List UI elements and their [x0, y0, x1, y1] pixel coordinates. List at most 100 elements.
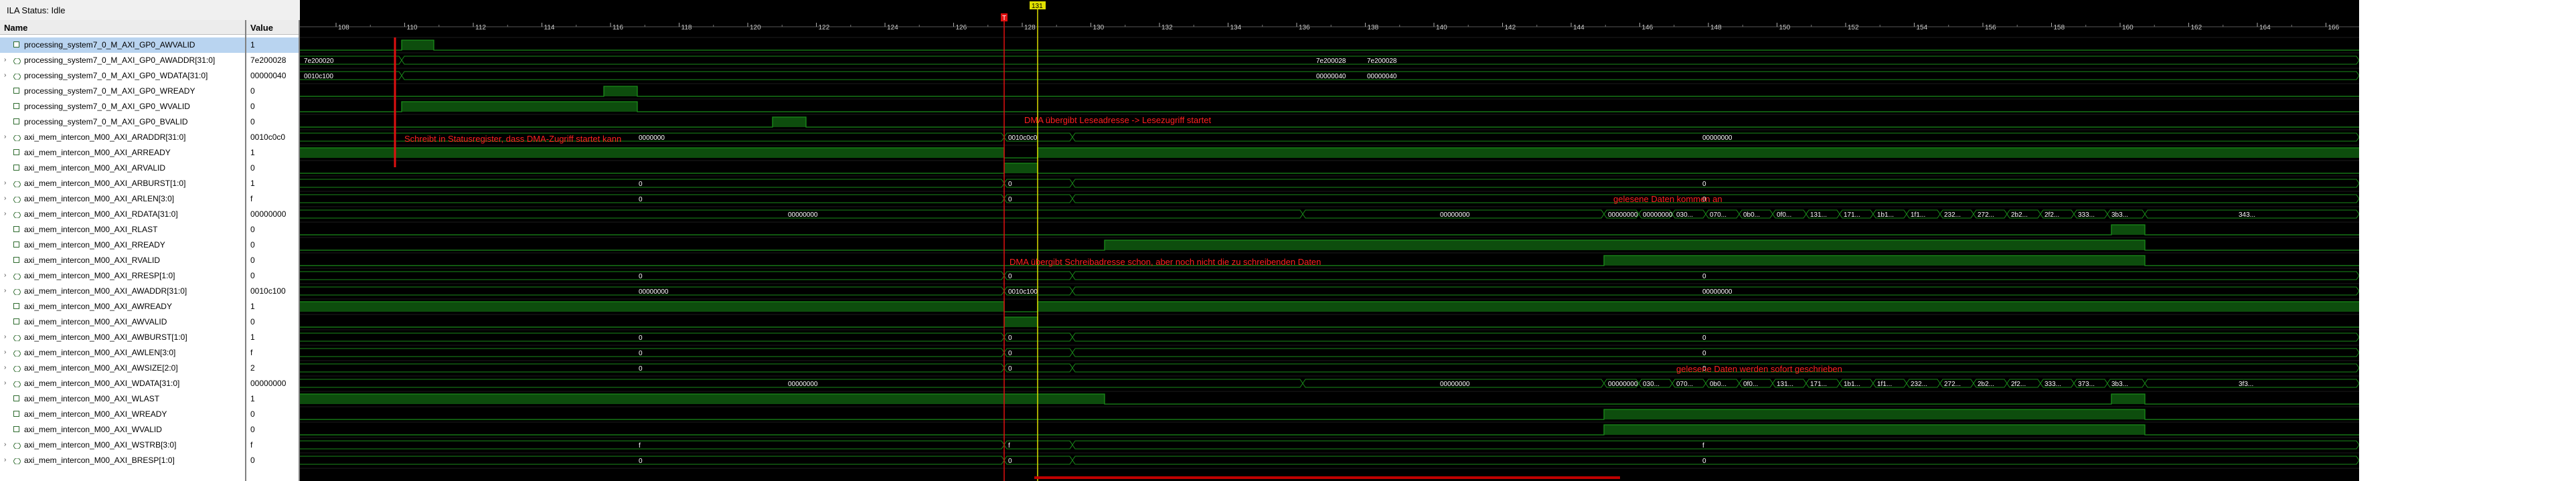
timeline-tick-label: 136	[1299, 24, 1310, 31]
bus-waveform-segment	[300, 456, 1005, 465]
horizontal-scrollbar[interactable]	[1034, 476, 1620, 479]
bus-value-label: 00000000	[639, 288, 669, 296]
signal-row[interactable]: › processing_system7_0_M_AXI_GP0_AWADDR[3…	[0, 53, 245, 68]
bus-value-label: f	[1008, 442, 1010, 450]
bus-value-label: 0	[639, 334, 643, 342]
bus-value-label: 00000040	[1367, 73, 1397, 80]
signal-row[interactable]: axi_mem_intercon_M00_AXI_WVALID	[0, 422, 245, 438]
bus-value-label: 00000000	[1643, 211, 1673, 219]
signal-value-cell: 0	[246, 268, 299, 284]
expand-arrow-icon[interactable]: ›	[4, 441, 6, 448]
signal-value: 0	[250, 86, 255, 96]
bus-signal-icon	[13, 334, 21, 342]
signal-row[interactable]: › axi_mem_intercon_M00_AXI_AWBURST[1:0]	[0, 330, 245, 345]
timeline-tick-label: 146	[1642, 24, 1654, 31]
signal-row[interactable]: axi_mem_intercon_M00_AXI_RREADY	[0, 237, 245, 253]
signal-row[interactable]: axi_mem_intercon_M00_AXI_AWVALID	[0, 314, 245, 330]
signal-row[interactable]: › axi_mem_intercon_M00_AXI_WSTRB[3:0]	[0, 438, 245, 453]
signal-row[interactable]: processing_system7_0_M_AXI_GP0_AWVALID	[0, 37, 245, 53]
bus-waveform-segment	[1072, 348, 2359, 357]
signal-row[interactable]: › axi_mem_intercon_M00_AXI_ARLEN[3:0]	[0, 191, 245, 207]
signal-value-cell: 0	[246, 114, 299, 130]
bus-signal-icon	[13, 380, 21, 388]
expand-arrow-icon[interactable]: ›	[4, 133, 6, 140]
wire-signal-icon	[13, 118, 19, 124]
expand-arrow-icon[interactable]: ›	[4, 379, 6, 387]
high-level-fill	[402, 40, 434, 50]
signal-value: 0	[250, 117, 255, 126]
signal-row[interactable]: axi_mem_intercon_M00_AXI_RVALID	[0, 253, 245, 268]
signal-row[interactable]: processing_system7_0_M_AXI_GP0_BVALID	[0, 114, 245, 130]
timeline-tick-label: 110	[407, 24, 418, 31]
signal-value: 0	[250, 409, 255, 419]
signal-row[interactable]: › axi_mem_intercon_M00_AXI_AWLEN[3:0]	[0, 345, 245, 361]
signal-row[interactable]: axi_mem_intercon_M00_AXI_ARVALID	[0, 161, 245, 176]
expand-arrow-icon[interactable]: ›	[4, 179, 6, 187]
expand-arrow-icon[interactable]: ›	[4, 364, 6, 371]
signal-row[interactable]: › axi_mem_intercon_M00_AXI_ARADDR[31:0]	[0, 130, 245, 145]
signal-name: processing_system7_0_M_AXI_GP0_AWVALID	[24, 40, 195, 50]
expand-arrow-icon[interactable]: ›	[4, 195, 6, 202]
signal-name: axi_mem_intercon_M00_AXI_WSTRB[3:0]	[24, 440, 177, 450]
signal-row[interactable]: axi_mem_intercon_M00_AXI_WREADY	[0, 407, 245, 422]
signal-row[interactable]: › axi_mem_intercon_M00_AXI_RDATA[31:0]	[0, 207, 245, 222]
bus-value-label: 0	[1008, 196, 1012, 203]
signal-row[interactable]: processing_system7_0_M_AXI_GP0_WVALID	[0, 99, 245, 114]
waveform-canvas[interactable]: 108 110 112 114 116 118 120 122 124 126 128 130 132 1…	[300, 0, 2359, 481]
expand-arrow-icon[interactable]: ›	[4, 333, 6, 341]
signal-row[interactable]: › axi_mem_intercon_M00_AXI_WDATA[31:0]	[0, 376, 245, 391]
bus-value-label: f	[639, 442, 641, 450]
expand-arrow-icon[interactable]: ›	[4, 349, 6, 356]
digital-waveform	[300, 224, 2359, 235]
signal-value: 0	[250, 102, 255, 111]
signal-row[interactable]: › axi_mem_intercon_M00_AXI_ARBURST[1:0]	[0, 176, 245, 191]
signal-value: 2	[250, 363, 255, 373]
signal-name: axi_mem_intercon_M00_AXI_AWLEN[3:0]	[24, 348, 176, 357]
timeline-tick-label: 130	[1093, 24, 1105, 31]
bus-signal-icon	[13, 442, 21, 450]
name-column-header[interactable]: Name	[0, 20, 245, 35]
expand-arrow-icon[interactable]: ›	[4, 56, 6, 64]
signal-name: axi_mem_intercon_M00_AXI_AWADDR[31:0]	[24, 286, 187, 296]
bus-waveform-segment	[1003, 440, 1073, 450]
annotation-text: DMA übergibt Schreibadresse schon, aber …	[1010, 257, 1321, 267]
signal-row[interactable]: › axi_mem_intercon_M00_AXI_RRESP[1:0]	[0, 268, 245, 284]
timeline-tick-label: 140	[1436, 24, 1447, 31]
signal-row[interactable]: axi_mem_intercon_M00_AXI_AWREADY	[0, 299, 245, 314]
bus-value-label: 3b3...	[2111, 381, 2128, 388]
signal-row[interactable]: axi_mem_intercon_M00_AXI_WLAST	[0, 391, 245, 407]
wire-signal-icon	[13, 303, 19, 309]
signal-value: 0	[250, 240, 255, 250]
signal-row[interactable]: › processing_system7_0_M_AXI_GP0_WDATA[31…	[0, 68, 245, 84]
signal-name: axi_mem_intercon_M00_AXI_WVALID	[24, 425, 162, 434]
bus-value-label: 2b2...	[1978, 381, 1994, 388]
signal-row[interactable]: › axi_mem_intercon_M00_AXI_BRESP[1:0]	[0, 453, 245, 468]
bus-value-label: 3b3...	[2111, 211, 2128, 219]
signal-value: 00000000	[250, 379, 287, 388]
signal-row[interactable]: › axi_mem_intercon_M00_AXI_AWSIZE[2:0]	[0, 361, 245, 376]
expand-arrow-icon[interactable]: ›	[4, 210, 6, 217]
signal-name: axi_mem_intercon_M00_AXI_BRESP[1:0]	[24, 456, 175, 465]
signal-row[interactable]: › axi_mem_intercon_M00_AXI_AWADDR[31:0]	[0, 284, 245, 299]
bus-value-label: 272...	[1978, 211, 1994, 219]
signal-row[interactable]: axi_mem_intercon_M00_AXI_RLAST	[0, 222, 245, 237]
signal-value: 0	[250, 317, 255, 326]
value-column-header[interactable]: Value	[246, 20, 299, 35]
expand-arrow-icon[interactable]: ›	[4, 72, 6, 79]
wire-signal-icon	[13, 88, 19, 94]
signal-row[interactable]: processing_system7_0_M_AXI_GP0_WREADY	[0, 84, 245, 99]
signal-value: 0010c100	[250, 286, 286, 296]
high-level-fill	[300, 394, 1105, 404]
expand-arrow-icon[interactable]: ›	[4, 272, 6, 279]
signal-row[interactable]: axi_mem_intercon_M00_AXI_ARREADY	[0, 145, 245, 161]
expand-arrow-icon[interactable]: ›	[4, 287, 6, 294]
signal-value-cell: 0	[246, 422, 299, 438]
high-level-fill	[2111, 225, 2145, 235]
expand-arrow-icon[interactable]: ›	[4, 456, 6, 464]
waveform-viewer[interactable]: 108 110 112 114 116 118 120 122 124 126 128 130 132 1…	[300, 0, 2359, 481]
annotation-text: gelesene Daten kommen an	[1613, 194, 1722, 204]
bus-value-label: 0	[639, 181, 643, 188]
bus-waveform-segment	[1072, 456, 2359, 465]
signal-value-cell: 1	[246, 330, 299, 345]
timeline-tick-label: 156	[1985, 24, 1996, 31]
